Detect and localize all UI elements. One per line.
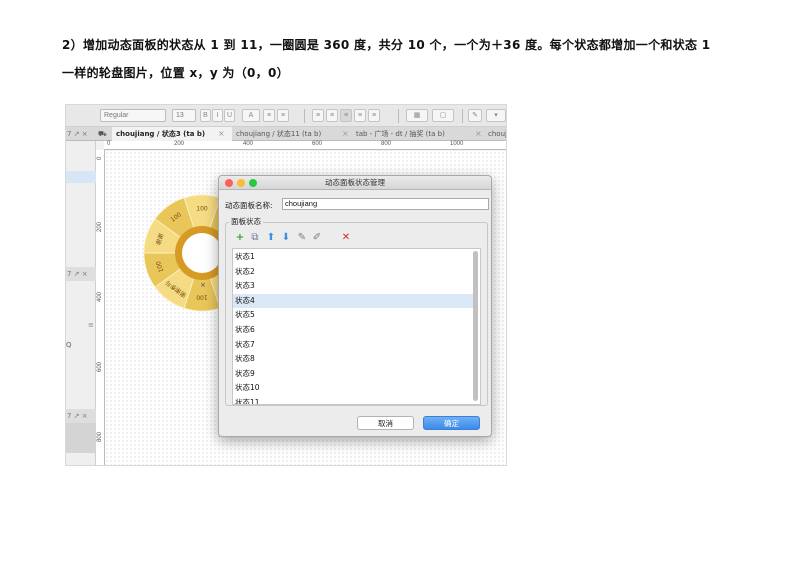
ruler-tick: 200 [174, 141, 185, 147]
list-item[interactable]: 状态11 [233, 396, 473, 404]
panel-states-label: 面板状态 [229, 216, 263, 227]
ruler-tick: 1000 [450, 141, 464, 147]
close-window-icon[interactable] [225, 179, 233, 187]
fill-color-icon[interactable]: ▦ [406, 109, 428, 122]
list-item[interactable]: 状态10 [233, 381, 473, 396]
ruler-tick: 400 [243, 141, 254, 147]
underline-button[interactable]: U [224, 109, 235, 122]
list-item[interactable]: 状态1 [233, 250, 473, 265]
align-top-icon[interactable]: ≡ [368, 109, 380, 122]
align-right-icon[interactable]: ≡ [340, 109, 352, 122]
font-style-select[interactable]: Regular [100, 109, 166, 122]
border-color-icon[interactable]: ▢ [432, 109, 454, 122]
list-item[interactable]: 状态3 [233, 279, 473, 294]
more-options-icon[interactable]: ▾ [486, 109, 506, 122]
style-editor-icon[interactable]: ✎ [468, 109, 482, 122]
font-size-select[interactable]: 13 [172, 109, 196, 122]
list-item[interactable]: 状态6 [233, 323, 473, 338]
edit-icon[interactable]: ✎ [297, 232, 307, 243]
arrow-down-icon[interactable]: ⬇ [281, 232, 291, 243]
minimize-window-icon[interactable] [237, 179, 245, 187]
toolbar-divider [462, 109, 463, 123]
horizontal-ruler: 0 200 400 600 800 1000 [104, 141, 506, 150]
panel-name-input[interactable]: choujiang [282, 198, 489, 210]
selected-row-highlight [66, 171, 96, 183]
justify-icon[interactable]: ≡ [354, 109, 366, 122]
ruler-tick: 800 [97, 431, 103, 442]
bullet-list-icon[interactable]: ≡ [263, 109, 275, 122]
italic-button[interactable]: I [212, 109, 223, 122]
list-item[interactable]: 状态8 [233, 352, 473, 367]
tab-choujiang-state11[interactable]: choujiang / 状态11 (ta b) [232, 127, 342, 141]
doc-paragraph-step2: 2）增加动态面板的状态从 1 到 11，一圈圆是 360 度，共分 10 个，一… [62, 38, 711, 52]
panel-name-label: 动态面板名称: [225, 201, 273, 210]
wheel-center-hole [182, 233, 222, 273]
zoom-window-icon[interactable] [249, 179, 257, 187]
ruler-tick: 800 [381, 141, 392, 147]
arrow-up-icon[interactable]: ⬆ [266, 232, 276, 243]
panel-controls[interactable]: 7 ↗ × [66, 127, 96, 141]
text-color-icon[interactable]: A [242, 109, 260, 122]
vertical-ruler: 0 200 400 600 800 [96, 150, 105, 465]
doc-paragraph-step2-cont: 一样的轮盘图片，位置 x，y 为（0，0） [62, 66, 289, 80]
tab-lottery-page[interactable]: tab - 广场 - dt / 抽奖 (ta b) [352, 127, 458, 141]
list-item[interactable]: 状态5 [233, 308, 473, 323]
toolbar-divider [398, 109, 399, 123]
bold-button[interactable]: B [200, 109, 211, 122]
wheel-segment-label: 100 [196, 294, 208, 301]
duplicate-icon[interactable]: ⧉ [250, 232, 260, 243]
close-icon[interactable]: × [218, 127, 225, 141]
list-item[interactable]: 状态7 [233, 338, 473, 353]
list-item[interactable]: 状态9 [233, 367, 473, 382]
toolbar-divider [304, 109, 305, 123]
left-panel-strip: 7 ↗ × 7 ↗ × ≡ Q [66, 141, 96, 465]
panel-resize-handle[interactable]: ≡ [88, 321, 94, 329]
align-center-icon[interactable]: ≡ [326, 109, 338, 122]
ruler-tick: 400 [97, 291, 103, 302]
anchor-marker: × [200, 281, 206, 289]
panel-state-manager-dialog: 动态面板状态管理 动态面板名称: choujiang 面板状态 + ⧉ ⬆ ⬇ … [218, 175, 492, 437]
panel-body [66, 423, 96, 453]
ruler-tick: 0 [97, 156, 103, 160]
axure-screenshot: Regular 13 B I U A ≡ ≡ ≡ ≡ ≡ ≡ ≡ ▦ ▢ ✎ ▾… [65, 104, 507, 466]
plus-icon[interactable]: + [235, 232, 245, 243]
list-scrollbar[interactable] [473, 251, 478, 401]
panel-controls[interactable]: 7 ↗ × [66, 267, 96, 281]
cancel-button[interactable]: 取消 [357, 416, 414, 430]
page-tab-bar: 7 ↗ × ⛟ choujiang / 状态3 (ta b) × choujia… [66, 127, 506, 141]
align-left-icon[interactable]: ≡ [312, 109, 324, 122]
tab-choujiang-state3[interactable]: choujiang / 状态3 (ta b) [112, 127, 232, 141]
ok-button[interactable]: 确定 [423, 416, 480, 430]
state-list: 状态1 状态2 状态3 状态4 状态5 状态6 状态7 状态8 状态9 状态10… [232, 248, 481, 405]
edit-all-icon[interactable]: ✐ [312, 232, 322, 243]
ruler-tick: 200 [97, 221, 103, 232]
panel-controls[interactable]: 7 ↗ × [66, 409, 96, 423]
format-toolbar: Regular 13 B I U A ≡ ≡ ≡ ≡ ≡ ≡ ≡ ▦ ▢ ✎ ▾ [66, 105, 506, 127]
dialog-title: 动态面板状态管理 [219, 176, 491, 190]
car-icon: ⛟ [98, 130, 107, 138]
delete-icon[interactable]: ✕ [341, 232, 351, 243]
list-item[interactable]: 状态2 [233, 265, 473, 280]
ruler-tick: 0 [107, 141, 111, 147]
close-icon[interactable]: × [342, 127, 349, 141]
ruler-tick: 600 [97, 361, 103, 372]
ruler-tick: 600 [312, 141, 323, 147]
tab-choujiang-more[interactable]: chouj [484, 127, 506, 141]
side-text: Q [66, 341, 72, 349]
wheel-segment-label: 100 [196, 206, 208, 213]
close-icon[interactable]: × [475, 127, 482, 141]
numbered-list-icon[interactable]: ≡ [277, 109, 289, 122]
list-item-selected[interactable]: 状态4 [233, 293, 473, 309]
